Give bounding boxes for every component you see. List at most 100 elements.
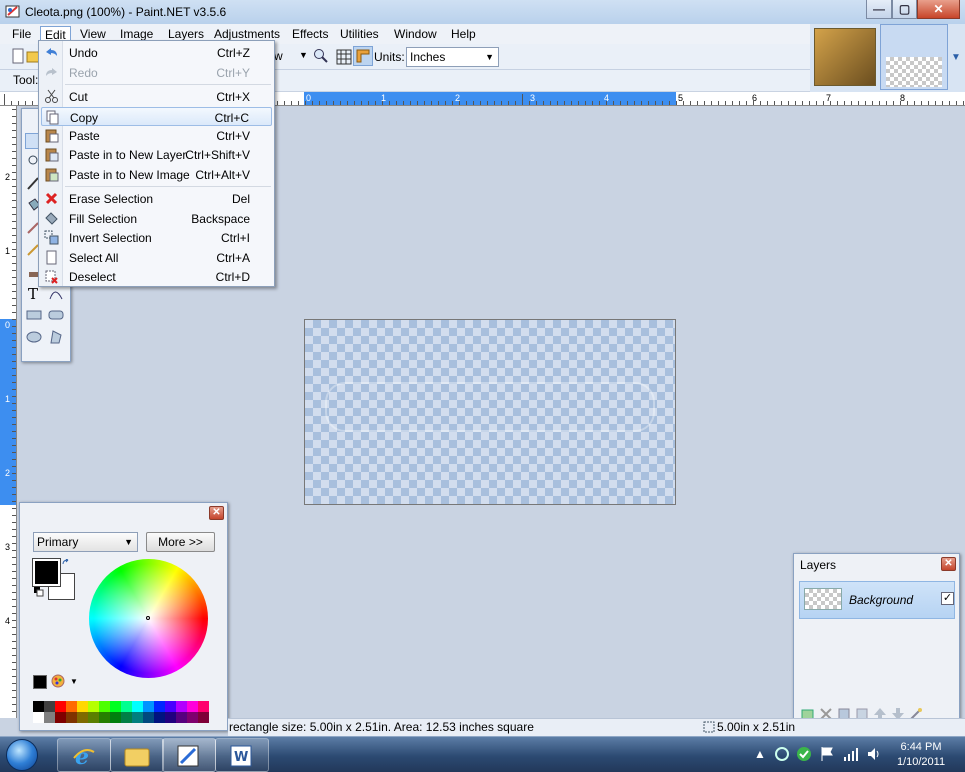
wifi-signal-icon[interactable] bbox=[843, 746, 859, 762]
ruler-tick bbox=[844, 101, 845, 105]
menu-item-cut[interactable]: Cut Ctrl+X bbox=[41, 87, 272, 106]
security-check-icon[interactable] bbox=[796, 746, 812, 762]
ruler-tick bbox=[788, 101, 789, 105]
palette-swatch[interactable] bbox=[132, 712, 143, 723]
menu-item-redo[interactable]: Redo Ctrl+Y bbox=[41, 63, 272, 82]
palette-swatch[interactable] bbox=[176, 712, 187, 723]
maximize-button[interactable]: ▢ bbox=[892, 0, 917, 19]
palette-swatch[interactable] bbox=[66, 701, 77, 712]
zoom-combo-text[interactable]: w bbox=[274, 49, 283, 63]
menu-utilities[interactable]: Utilities bbox=[336, 26, 383, 43]
text-tool-icon[interactable]: T bbox=[25, 285, 43, 301]
taskbar-internet-explorer[interactable]: e bbox=[57, 738, 111, 772]
menu-item-erase-selection[interactable]: Erase Selection Del bbox=[41, 189, 272, 208]
more-colors-button[interactable]: More >> bbox=[146, 532, 215, 552]
taskbar-explorer[interactable] bbox=[110, 738, 164, 772]
image-thumbnail-active[interactable] bbox=[880, 24, 948, 90]
palette-swatch[interactable] bbox=[33, 712, 44, 723]
palette-swatch[interactable] bbox=[44, 701, 55, 712]
palette-swatch[interactable] bbox=[121, 701, 132, 712]
network-sync-icon[interactable] bbox=[774, 746, 790, 762]
reset-colors-icon[interactable] bbox=[34, 587, 44, 597]
primary-color-swatch[interactable] bbox=[32, 558, 61, 587]
new-file-icon[interactable] bbox=[10, 48, 26, 64]
palette-swatch[interactable] bbox=[99, 712, 110, 723]
palette-swatch[interactable] bbox=[110, 712, 121, 723]
system-clock[interactable]: 6:44 PM 1/10/2011 bbox=[892, 740, 950, 770]
palette-swatch[interactable] bbox=[132, 701, 143, 712]
minimize-button[interactable]: — bbox=[866, 0, 892, 19]
menu-item-label: Cut bbox=[69, 90, 88, 104]
palette-swatch[interactable] bbox=[198, 701, 209, 712]
units-dropdown[interactable]: Inches ▼ bbox=[406, 47, 499, 67]
layer-visibility-checkbox[interactable]: ✓ bbox=[941, 592, 954, 605]
menu-item-undo[interactable]: Undo Ctrl+Z bbox=[41, 43, 272, 62]
menu-item-copy[interactable]: Copy Ctrl+C bbox=[41, 107, 272, 126]
palette-swatch[interactable] bbox=[88, 701, 99, 712]
palette-swatch[interactable] bbox=[44, 712, 55, 723]
palette-swatch[interactable] bbox=[99, 701, 110, 712]
menu-file[interactable]: File bbox=[8, 26, 35, 43]
taskbar-word[interactable]: W bbox=[215, 738, 269, 772]
palette-swatch[interactable] bbox=[55, 712, 66, 723]
palette-menu-icon[interactable] bbox=[51, 674, 65, 688]
menu-help[interactable]: Help bbox=[447, 26, 480, 43]
palette-swatch[interactable] bbox=[154, 712, 165, 723]
menu-item-deselect[interactable]: Deselect Ctrl+D bbox=[41, 267, 272, 286]
action-center-flag-icon[interactable] bbox=[820, 746, 834, 762]
palette-swatch[interactable] bbox=[187, 712, 198, 723]
menu-window[interactable]: Window bbox=[390, 26, 441, 43]
menu-item-invert-selection[interactable]: Invert Selection Ctrl+I bbox=[41, 228, 272, 247]
ruler-toggle-button[interactable] bbox=[353, 46, 373, 66]
palette-swatch[interactable] bbox=[121, 712, 132, 723]
volume-icon[interactable] bbox=[866, 746, 882, 762]
palette-swatch[interactable] bbox=[198, 712, 209, 723]
palette-swatch[interactable] bbox=[154, 701, 165, 712]
ruler-tick bbox=[12, 109, 16, 110]
line-curve-tool-icon[interactable] bbox=[47, 285, 65, 301]
grid-icon[interactable] bbox=[336, 49, 352, 65]
color-mode-dropdown[interactable]: Primary ▼ bbox=[33, 532, 138, 552]
menu-item-fill-selection[interactable]: Fill Selection Backspace bbox=[41, 209, 272, 228]
zoom-in-icon[interactable] bbox=[313, 48, 329, 64]
palette-swatch[interactable] bbox=[187, 701, 198, 712]
ruler-tick bbox=[326, 101, 327, 105]
image-thumbnail[interactable] bbox=[814, 28, 876, 86]
palette-swatch[interactable] bbox=[77, 701, 88, 712]
palette-primary-mini-swatch[interactable] bbox=[33, 675, 47, 689]
ellipse-tool-icon[interactable] bbox=[25, 329, 43, 345]
palette-swatch[interactable] bbox=[55, 701, 66, 712]
menu-item-select-all[interactable]: Select All Ctrl+A bbox=[41, 248, 272, 267]
close-button[interactable]: ✕ bbox=[917, 0, 960, 19]
zoom-dropdown-arrow[interactable]: ▼ bbox=[299, 50, 308, 60]
color-wheel[interactable] bbox=[89, 559, 208, 678]
image-canvas[interactable] bbox=[304, 319, 676, 505]
rounded-rectangle-tool-icon[interactable] bbox=[47, 307, 65, 323]
palette-swatch[interactable] bbox=[88, 712, 99, 723]
palette-swatch[interactable] bbox=[66, 712, 77, 723]
palette-swatch[interactable] bbox=[165, 701, 176, 712]
menu-item-paste[interactable]: Paste Ctrl+V bbox=[41, 126, 272, 145]
palette-menu-arrow[interactable]: ▼ bbox=[70, 677, 78, 686]
paste-image-icon bbox=[45, 168, 59, 182]
layer-row-background[interactable]: Background ✓ bbox=[799, 581, 955, 619]
swap-colors-icon[interactable] bbox=[62, 559, 72, 569]
thumbnails-scroll-arrow[interactable]: ▼ bbox=[951, 52, 961, 63]
palette-swatch[interactable] bbox=[143, 701, 154, 712]
menu-item-paste-new-image[interactable]: Paste in to New Image Ctrl+Alt+V bbox=[41, 165, 272, 184]
start-button[interactable] bbox=[6, 739, 38, 771]
layers-close-button[interactable]: ✕ bbox=[941, 557, 956, 571]
taskbar-paintnet[interactable] bbox=[162, 738, 216, 772]
colors-close-button[interactable]: ✕ bbox=[209, 506, 224, 520]
rectangle-tool-icon[interactable] bbox=[25, 307, 43, 323]
palette-swatch[interactable] bbox=[165, 712, 176, 723]
palette-swatch[interactable] bbox=[176, 701, 187, 712]
menu-item-paste-new-layer[interactable]: Paste in to New Layer Ctrl+Shift+V bbox=[41, 145, 272, 164]
show-hidden-icons-arrow[interactable]: ▲ bbox=[754, 747, 766, 761]
palette-swatch[interactable] bbox=[77, 712, 88, 723]
palette-swatch[interactable] bbox=[33, 701, 44, 712]
freeform-shape-tool-icon[interactable] bbox=[47, 329, 65, 345]
palette-swatch[interactable] bbox=[143, 712, 154, 723]
menu-effects[interactable]: Effects bbox=[288, 26, 332, 43]
palette-swatch[interactable] bbox=[110, 701, 121, 712]
